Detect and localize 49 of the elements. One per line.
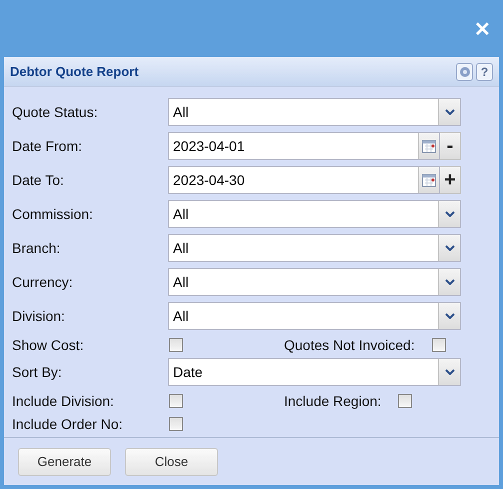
checkbox[interactable] [169,394,183,408]
dropdown-button[interactable] [438,235,460,261]
dropdown-button[interactable] [438,99,460,125]
dropdown-field[interactable]: All [168,200,461,228]
dropdown-field[interactable]: All [168,98,461,126]
field-label: Commission: [12,206,94,222]
chevron-down-icon [444,279,454,285]
calendar-input[interactable]: 2023-04-30 [168,166,440,194]
dropdown-field[interactable]: All [168,234,461,262]
calendar-icon [422,140,436,152]
dropdown-button[interactable] [438,303,460,329]
checkbox-label: Include Order No: [12,416,124,432]
checkbox[interactable] [398,394,412,408]
dropdown-button[interactable] [438,359,460,386]
dropdown-field[interactable]: All [168,302,461,330]
close-button[interactable]: Close [125,448,218,476]
help-button[interactable]: ? [476,62,493,80]
calendar-button[interactable] [418,167,439,193]
checkbox-label: Quotes Not Invoiced: [284,337,415,354]
checkbox-label: Include Region: [284,393,382,410]
dropdown-field[interactable]: Date [168,358,461,386]
calendar-input[interactable]: 2023-04-01 [168,132,440,160]
checkbox[interactable] [432,338,446,352]
chevron-down-icon [444,313,454,319]
chevron-down-icon [444,369,454,376]
panel-title: Debtor Quote Report [10,64,140,79]
checkbox-label: Include Division: [12,393,115,410]
field-label: Division: [12,308,66,324]
dropdown-button[interactable] [438,201,460,227]
field-label: Sort By: [12,364,63,380]
field-label: Branch: [12,240,62,256]
settings-button[interactable] [456,62,473,80]
field-label: Currency: [12,274,74,290]
checkbox[interactable] [169,416,183,431]
generate-button[interactable]: Generate [18,448,111,476]
calendar-button[interactable] [418,133,439,159]
chevron-down-icon [444,109,454,115]
chevron-down-icon [444,211,454,217]
step-button[interactable]: - [440,132,461,160]
dropdown-button[interactable] [438,269,460,295]
step-button[interactable]: + [440,166,461,194]
checkbox[interactable] [169,338,183,352]
calendar-icon [422,174,436,186]
checkbox-label: Show Cost: [12,337,85,354]
dropdown-field[interactable]: All [168,268,461,296]
chevron-down-icon [444,245,454,251]
field-label: Date From: [12,138,84,154]
field-label: Quote Status: [12,104,99,120]
field-label: Date To: [12,172,65,188]
